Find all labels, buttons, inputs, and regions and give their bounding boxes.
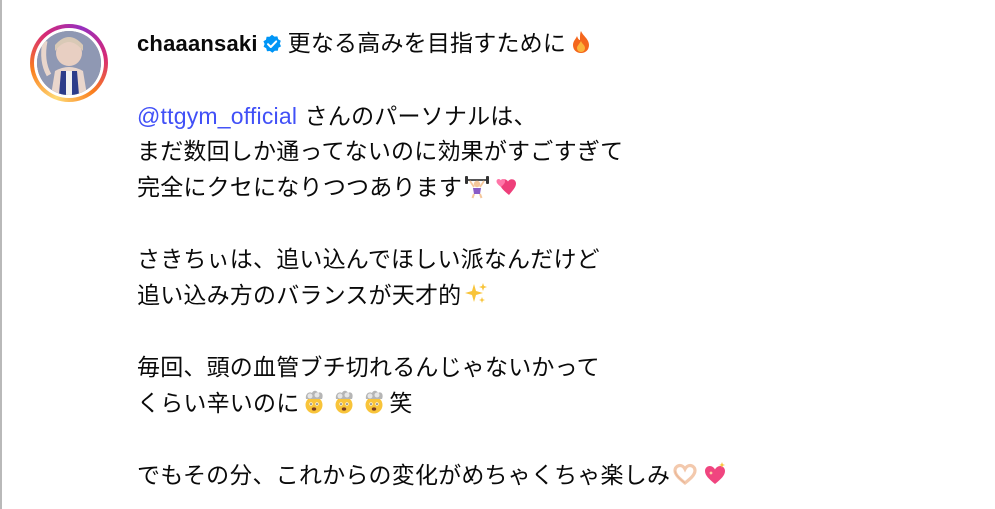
username-link[interactable]: chaaansaki (137, 31, 258, 56)
caption-text: さんのパーソナルは、 (297, 104, 537, 130)
exploding-head-emoji (301, 389, 327, 415)
two-hearts-emoji (494, 173, 520, 199)
caption-line-4: 完全にクセになりつつあります (137, 170, 977, 206)
sparkling-heart-emoji (702, 461, 728, 487)
exploding-head-emoji (331, 389, 357, 415)
avatar-image (37, 31, 101, 95)
avatar-ring-gap (34, 28, 104, 98)
avatar[interactable] (30, 24, 108, 102)
mention-link[interactable]: @ttgym_official (137, 103, 297, 129)
avatar-photo-icon (37, 31, 101, 95)
verified-badge-icon (262, 29, 282, 53)
caption-line-3: まだ数回しか通ってないのに効果がすごすぎて (137, 139, 624, 165)
caption-line-2: @ttgym_official さんのパーソナルは、 (137, 98, 977, 134)
fire-emoji (568, 29, 594, 55)
sparkles-emoji (463, 281, 489, 307)
caption-text: 追い込み方のバランスが天才的 (137, 283, 462, 309)
caption-line-1: chaaansaki 更なる高みを目指すために (137, 26, 977, 62)
heart-hands-emoji (672, 461, 698, 487)
caption-line-5: さきちぃは、追い込んでほしい派なんだけど (137, 247, 600, 273)
caption-headline: 更なる高みを目指すために (287, 31, 567, 57)
woman-lifting-weights-emoji (464, 173, 490, 199)
post-caption: chaaansaki 更なる高みを目指すために @ttgym_official さ… (137, 26, 977, 494)
window-left-edge (0, 0, 2, 509)
caption-line-7: 毎回、頭の血管ブチ切れるんじゃないかって (137, 355, 600, 381)
caption-line-9: でもその分、これからの変化がめちゃくちゃ楽しみ (137, 458, 977, 494)
caption-text: 笑 (389, 391, 413, 417)
caption-text: 完全にクセになりつつあります (137, 175, 463, 201)
caption-text: くらい辛いのに (137, 391, 300, 417)
exploding-head-emoji (361, 389, 387, 415)
caption-line-8: くらい辛いのに 笑 (137, 386, 977, 422)
caption-line-6: 追い込み方のバランスが天才的 (137, 278, 977, 314)
caption-text: でもその分、これからの変化がめちゃくちゃ楽しみ (137, 463, 671, 489)
